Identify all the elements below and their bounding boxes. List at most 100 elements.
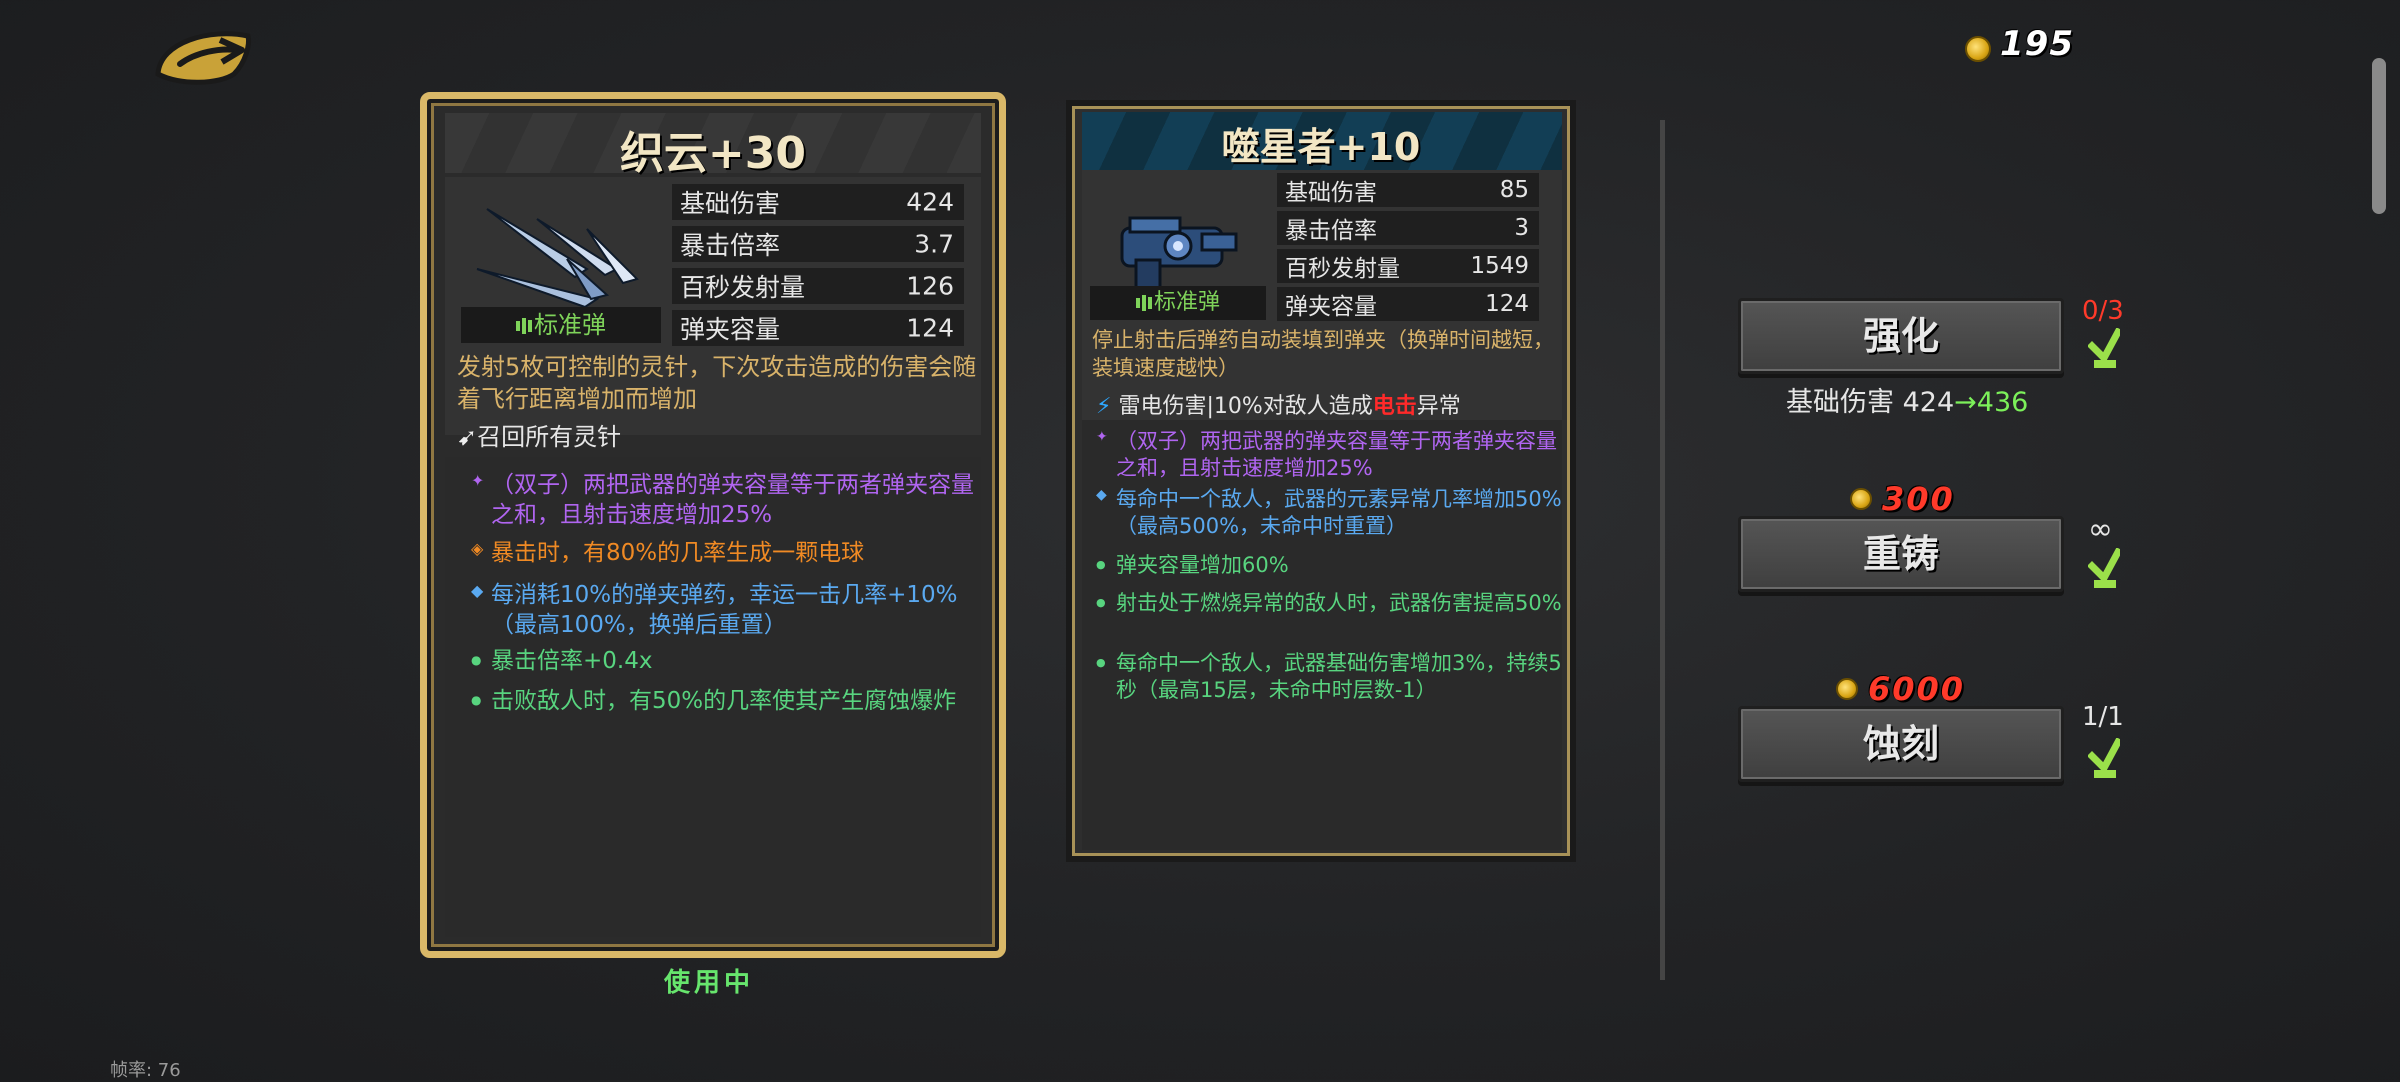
perk-bullet-icon: ✦ — [1096, 429, 1108, 445]
perk-bullet-icon: ● — [471, 693, 482, 707]
perk-item: ● 击败敌人时，有50%的几率使其产生腐蚀爆炸 — [471, 687, 981, 717]
ammo-type-label: 标准弹 — [1153, 290, 1220, 315]
perk-text: 暴击倍率+0.4x — [491, 648, 653, 674]
preview-arrow: → — [1954, 387, 1977, 418]
coin-balance: 195 — [2000, 24, 2074, 64]
stat-value: 124 — [1485, 291, 1529, 317]
coin-icon — [1850, 488, 1872, 510]
stat-row: 基础伤害 424 — [671, 183, 965, 221]
blaster-weapon-icon — [1120, 216, 1238, 292]
in-use-label: 使用中 — [664, 968, 755, 998]
upgrade-arrow-icon — [2088, 328, 2120, 368]
etch-count: 1/1 — [2082, 702, 2124, 732]
perk-text: （双子）两把武器的弹夹容量等于两者弹夹容量之和，且射击速度增加25% — [491, 472, 974, 528]
perk-bullet-icon: ● — [1096, 656, 1106, 669]
enhance-count: 0/3 — [2082, 296, 2124, 326]
perk-text: 暴击时，有80%的几率生成一颗电球 — [491, 540, 865, 566]
perk-text: 弹夹容量增加60% — [1116, 553, 1289, 577]
panel-divider — [1660, 120, 1665, 980]
reforge-button[interactable]: 重铸 — [1738, 516, 2064, 592]
stat-row: 弹夹容量 124 — [671, 309, 965, 347]
stat-value: 3.7 — [914, 229, 954, 259]
ammo-icon — [516, 311, 534, 339]
stat-value: 1549 — [1470, 253, 1529, 279]
element-suffix: 异常 — [1416, 394, 1461, 419]
preview-label: 基础伤害 — [1786, 387, 1894, 418]
perk-bullet-icon: ● — [471, 653, 482, 667]
stat-label: 暴击倍率 — [1285, 218, 1377, 244]
weapon-description: 发射5枚可控制的灵针，下次攻击造成的伤害会随着飞行距离增加而增加 — [457, 353, 977, 414]
compare-weapon-card[interactable]: 噬星者+10 标准弹 基础伤害 85 暴击倍率 3 百秒发射量 1549 弹夹容… — [1066, 100, 1576, 862]
stat-row: 弹夹容量 124 — [1276, 286, 1540, 322]
weapon-description: 停止射击后弹药自动装填到弹夹（换弹时间越短，装填速度越快） — [1092, 328, 1554, 381]
recall-icon: ➹ — [457, 423, 478, 451]
stat-value: 3 — [1514, 215, 1529, 241]
needle-weapon-icon — [476, 208, 639, 309]
perk-item: ✦ （双子）两把武器的弹夹容量等于两者弹夹容量之和，且射击速度增加25% — [471, 471, 981, 531]
upgrade-arrow-icon — [2088, 738, 2120, 778]
ammo-icon — [1135, 290, 1154, 315]
stat-value: 424 — [906, 187, 954, 217]
perk-item: ✦ （双子）两把武器的弹夹容量等于两者弹夹容量之和，且射击速度增加25% — [1096, 428, 1562, 483]
preview-to: 436 — [1976, 387, 2029, 418]
lightning-icon: ⚡ — [1096, 394, 1112, 419]
perk-text: 击败敌人时，有50%的几率使其产生腐蚀爆炸 — [491, 688, 957, 714]
stat-label: 基础伤害 — [1285, 180, 1377, 206]
trait-label: 召回所有灵针 — [477, 423, 622, 451]
perk-text: （双子）两把武器的弹夹容量等于两者弹夹容量之和，且射击速度增加25% — [1116, 429, 1557, 481]
weapon-title: 织云+30 — [619, 128, 807, 179]
stat-label: 暴击倍率 — [680, 231, 781, 260]
perk-item: ● 每命中一个敌人，武器基础伤害增加3%，持续5秒（最高15层，未命中时层数-1… — [1096, 650, 1562, 705]
stat-row: 百秒发射量 126 — [671, 267, 965, 305]
ammo-type-badge: 标准弹 — [461, 307, 661, 343]
perk-bullet-icon: ● — [1096, 558, 1106, 571]
perk-bullet-icon: ● — [1096, 596, 1106, 609]
perk-item: ● 弹夹容量增加60% — [1096, 552, 1562, 579]
stat-row: 基础伤害 85 — [1276, 172, 1540, 208]
stat-label: 弹夹容量 — [680, 315, 781, 344]
stat-row: 暴击倍率 3 — [1276, 210, 1540, 246]
perk-list — [1082, 420, 1562, 850]
scrollbar-thumb[interactable] — [2372, 58, 2386, 214]
etch-cost: 6000 — [1868, 670, 1966, 708]
element-keyword: 电击 — [1372, 394, 1417, 419]
enhance-button[interactable]: 强化 — [1738, 298, 2064, 374]
perk-item: ◆ 每消耗10%的弹夹弹药，幸运一击几率+10%（最高100%，换弹后重置） — [471, 581, 981, 641]
perk-bullet-icon: ◈ — [471, 539, 484, 558]
perk-bullet-icon: ✦ — [471, 471, 485, 490]
stat-label: 基础伤害 — [680, 189, 781, 218]
reforge-cost: 300 — [1882, 480, 1955, 518]
stat-label: 百秒发射量 — [680, 273, 806, 302]
perk-item: ◆ 每命中一个敌人，武器的元素异常几率增加50%（最高500%，未命中时重置） — [1096, 486, 1562, 541]
back-button[interactable] — [150, 22, 260, 94]
perk-bullet-icon: ◆ — [1096, 487, 1107, 503]
upgrade-arrow-icon — [2088, 548, 2120, 588]
stat-value: 85 — [1499, 177, 1529, 203]
perk-bullet-icon: ◆ — [471, 581, 484, 600]
perk-text: 每命中一个敌人，武器的元素异常几率增加50%（最高500%，未命中时重置） — [1116, 487, 1562, 539]
stat-row: 暴击倍率 3.7 — [671, 225, 965, 263]
reforge-count: ∞ — [2088, 512, 2113, 547]
equipped-weapon-card: 织云+30 标准弹 基础伤害 424 暴击倍率 3.7 百秒发射量 126 弹夹… — [420, 92, 1006, 958]
perk-text: 每命中一个敌人，武器基础伤害增加3%，持续5秒（最高15层，未命中时层数-1） — [1116, 651, 1562, 703]
weapon-title: 噬星者+10 — [1221, 125, 1421, 169]
stat-value: 126 — [906, 271, 954, 301]
coin-icon — [1836, 678, 1858, 700]
perk-item: ● 暴击倍率+0.4x — [471, 647, 981, 677]
etch-button[interactable]: 蚀刻 — [1738, 706, 2064, 782]
coin-icon — [1965, 36, 1991, 62]
preview-from: 424 — [1902, 387, 1955, 418]
enhance-preview: 基础伤害 424→436 — [1786, 380, 2028, 419]
stat-value: 124 — [906, 313, 954, 343]
back-arrow-icon — [155, 31, 251, 85]
ammo-type-badge: 标准弹 — [1090, 286, 1266, 320]
perk-item: ● 射击处于燃烧异常的敌人时，武器伤害提高50% — [1096, 590, 1562, 617]
weapon-trait: ➹召回所有灵针 — [457, 417, 621, 452]
perk-text: 每消耗10%的弹夹弹药，幸运一击几率+10%（最高100%，换弹后重置） — [491, 582, 958, 638]
stat-label: 弹夹容量 — [1285, 294, 1377, 320]
element-text: 雷电伤害|10%对敌人造成 — [1118, 394, 1373, 419]
stat-row: 百秒发射量 1549 — [1276, 248, 1540, 284]
stat-label: 百秒发射量 — [1285, 256, 1400, 282]
perk-text: 射击处于燃烧异常的敌人时，武器伤害提高50% — [1116, 591, 1562, 615]
perk-item: ◈ 暴击时，有80%的几率生成一颗电球 — [471, 539, 981, 569]
